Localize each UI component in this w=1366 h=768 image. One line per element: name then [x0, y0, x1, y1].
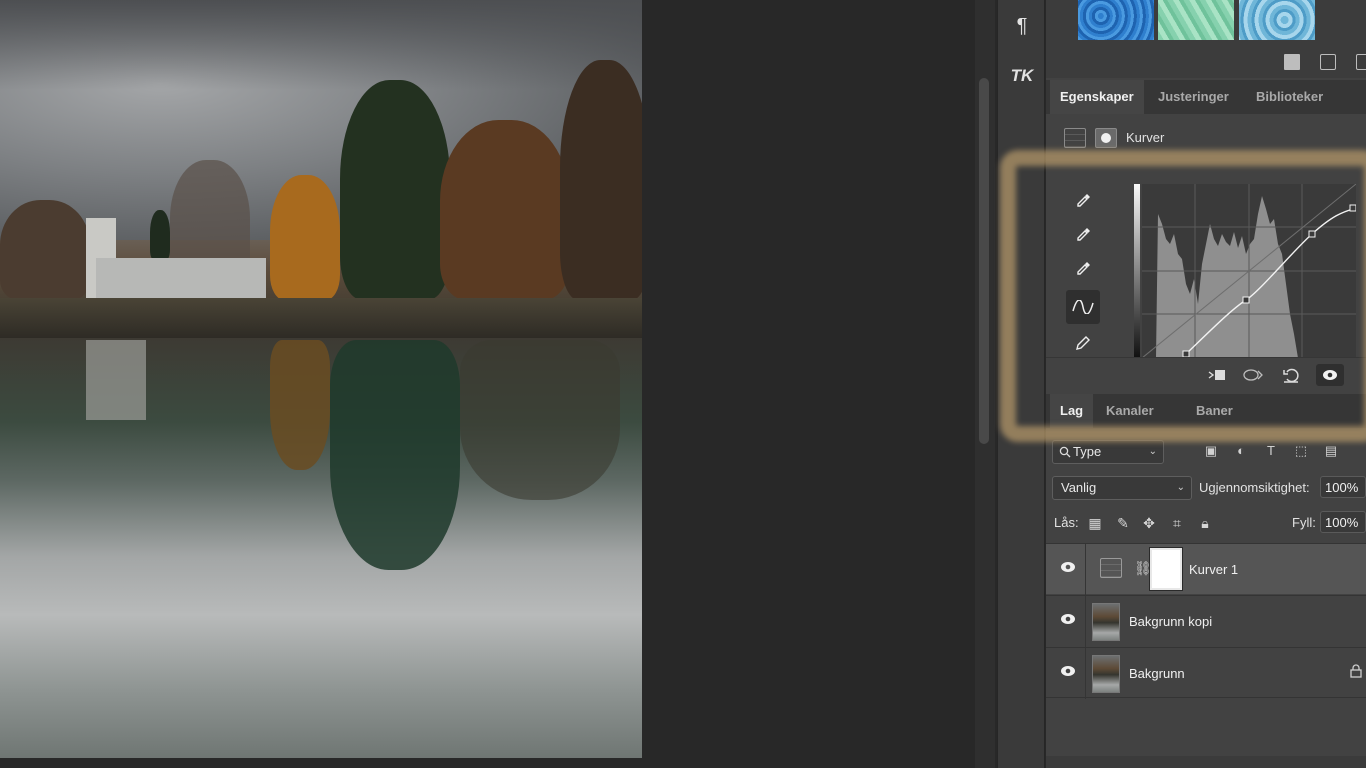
image-tree [440, 120, 570, 300]
adjustment-filter-icon[interactable]: ◐ [1232, 442, 1250, 460]
properties-tabbar: Egenskaper Justeringer Biblioteker [1046, 80, 1366, 114]
trash-icon[interactable] [1356, 54, 1366, 70]
image-tree [560, 60, 642, 300]
layer-name[interactable]: Kurver 1 [1189, 562, 1238, 577]
pattern-swatch[interactable] [1078, 0, 1154, 40]
scrollbar-thumb[interactable] [979, 78, 989, 444]
chevron-down-icon: ⌄ [1148, 446, 1157, 457]
fill-label: Fyll: [1292, 515, 1316, 530]
lock-transparency-icon[interactable]: ▦ [1086, 514, 1104, 532]
smart-object-filter-icon[interactable]: ▤ [1322, 442, 1340, 460]
eyedropper-black-icon[interactable] [1066, 184, 1100, 218]
image-reflection [270, 340, 330, 470]
view-previous-icon[interactable] [1242, 364, 1264, 386]
document-image[interactable] [0, 0, 642, 758]
blend-row: Vanlig ⌄ Ugjennomsiktighet: 100% [1046, 474, 1366, 502]
image-clouds [0, 0, 642, 90]
pixel-filter-icon[interactable]: ▣ [1202, 442, 1220, 460]
blend-mode-select[interactable]: Vanlig ⌄ [1052, 476, 1192, 500]
image-church-reflection [86, 340, 146, 420]
curves-adjustment-icon [1100, 558, 1122, 578]
image-shore [0, 298, 642, 338]
curve-point [1242, 296, 1250, 304]
chevron-down-icon: ⌄ [1176, 482, 1185, 493]
properties-title: Kurver [1126, 130, 1165, 145]
layer-row-kurver-1[interactable]: ⛓ Kurver 1 [1046, 543, 1366, 595]
type-filter-icon[interactable]: T [1262, 442, 1280, 460]
layer-thumbnail[interactable] [1092, 603, 1120, 641]
folder-icon[interactable] [1284, 54, 1300, 70]
lock-brush-icon[interactable]: ✎ [1114, 514, 1132, 532]
image-tree [150, 210, 170, 260]
canvas-area[interactable] [0, 0, 975, 768]
lock-row: Lås: ▦ ✎ ✥ ⌗ 🔒︎ Fyll: 100% [1046, 510, 1366, 536]
tk-plugin-icon[interactable]: TK [1006, 60, 1038, 92]
tab-egenskaper[interactable]: Egenskaper [1050, 80, 1144, 114]
layer-row-bakgrunn[interactable]: Bakgrunn [1046, 647, 1366, 699]
visibility-icon[interactable] [1316, 364, 1344, 386]
curves-adjustment-icon[interactable] [1064, 128, 1086, 148]
tab-baner[interactable]: Baner [1186, 394, 1243, 428]
patterns-footer [1046, 46, 1366, 78]
lock-position-icon[interactable]: ✥ [1140, 514, 1158, 532]
curve-point [1308, 230, 1316, 238]
image-tree [270, 175, 340, 300]
right-panel: Egenskaper Justeringer Biblioteker Kurve… [1046, 0, 1366, 768]
layer-name[interactable]: Bakgrunn [1129, 666, 1185, 681]
image-tree [0, 200, 90, 300]
mask-icon[interactable] [1095, 128, 1117, 148]
layer-mask-thumbnail[interactable] [1149, 547, 1183, 591]
mask-circle-icon [1101, 133, 1111, 143]
eyedropper-gray-icon[interactable] [1066, 218, 1100, 252]
curve-points-icon[interactable] [1066, 290, 1100, 324]
tab-kanaler[interactable]: Kanaler [1096, 394, 1164, 428]
panel-icon-strip: ¶ TK [997, 0, 1045, 768]
opacity-label: Ugjennomsiktighet: [1199, 480, 1310, 495]
new-item-icon[interactable] [1320, 54, 1336, 70]
patterns-panel [1046, 0, 1366, 46]
curves-tools [1066, 184, 1100, 360]
pencil-icon[interactable] [1066, 326, 1100, 360]
blend-mode-value: Vanlig [1061, 480, 1097, 495]
tab-biblioteker[interactable]: Biblioteker [1246, 80, 1333, 114]
image-church [96, 258, 266, 298]
properties-footer [1046, 357, 1366, 391]
eyedropper-white-icon[interactable] [1066, 252, 1100, 286]
reset-icon[interactable] [1280, 364, 1302, 386]
clip-to-layer-icon[interactable] [1206, 364, 1228, 386]
lock-label: Lås: [1054, 515, 1079, 530]
eye-icon[interactable] [1058, 560, 1078, 578]
shape-filter-icon[interactable]: ⬚ [1292, 442, 1310, 460]
lock-all-icon[interactable]: 🔒︎ [1196, 514, 1214, 532]
layer-row-bakgrunn-kopi[interactable]: Bakgrunn kopi [1046, 595, 1366, 647]
pattern-swatch[interactable] [1239, 0, 1315, 40]
layers-tabbar: Lag Kanaler Baner [1046, 394, 1366, 428]
image-tree [340, 80, 450, 300]
curve-point [1349, 204, 1356, 212]
eye-icon[interactable] [1058, 612, 1078, 630]
lock-icon [1350, 664, 1362, 681]
pilcrow-icon[interactable]: ¶ [1006, 10, 1038, 42]
layer-thumbnail[interactable] [1092, 655, 1120, 693]
image-reflection [460, 340, 620, 500]
properties-header: Kurver [1046, 118, 1366, 158]
tab-lag[interactable]: Lag [1050, 394, 1094, 428]
layer-name[interactable]: Bakgrunn kopi [1129, 614, 1212, 629]
opacity-input[interactable]: 100% [1320, 476, 1366, 498]
image-reflection [330, 340, 460, 570]
layers-footer [1046, 756, 1366, 768]
curves-graph[interactable] [1142, 184, 1356, 358]
search-icon [1059, 446, 1071, 458]
output-gradient-bar [1134, 184, 1140, 358]
eye-icon[interactable] [1058, 664, 1078, 682]
pattern-swatch[interactable] [1158, 0, 1234, 40]
fill-input[interactable]: 100% [1320, 511, 1366, 533]
filter-value: Type [1073, 444, 1102, 459]
tab-justeringer[interactable]: Justeringer [1148, 80, 1239, 114]
photoshop-window: ¶ TK Egenskaper Justeringer Biblioteker … [0, 0, 1366, 768]
layer-filter-select[interactable]: Type ⌄ [1052, 440, 1164, 464]
lock-artboard-icon[interactable]: ⌗ [1168, 514, 1186, 532]
